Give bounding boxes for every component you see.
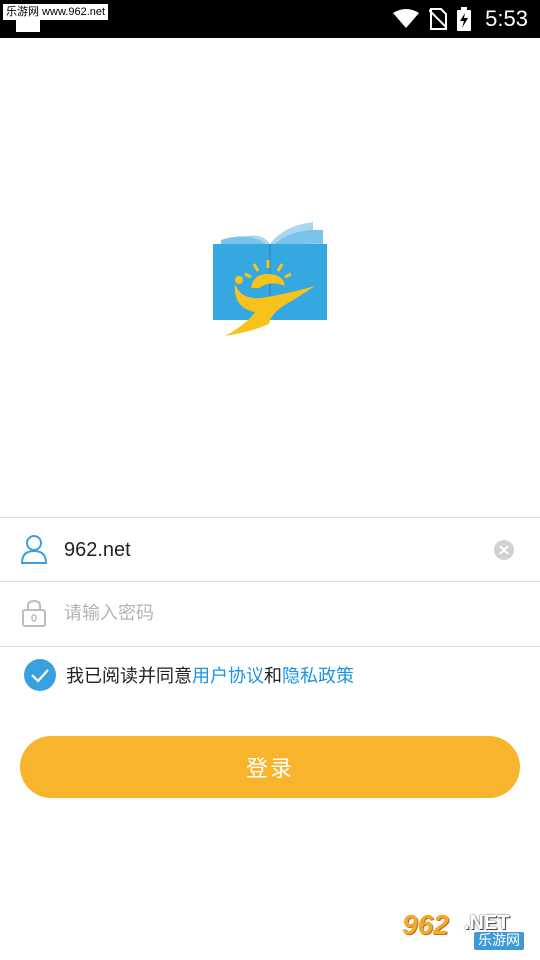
watermark-number: 962	[402, 909, 449, 940]
agreement-row: 我已阅读并同意用户协议和隐私政策	[24, 657, 354, 693]
status-bar: 乐游网 www.962.net 5:53	[0, 0, 540, 38]
agreement-and: 和	[264, 666, 282, 687]
username-field[interactable]: 962.net	[0, 517, 540, 582]
wifi-icon	[393, 9, 420, 28]
app-logo	[213, 222, 327, 336]
user-icon	[20, 535, 48, 564]
watermark-bottom: 962 .NET 乐游网	[402, 910, 534, 954]
lock-icon	[22, 599, 46, 627]
agreement-text: 我已阅读并同意用户协议和隐私政策	[66, 662, 354, 688]
watermark-tab	[16, 20, 40, 32]
check-icon	[31, 669, 49, 683]
no-sim-icon	[429, 8, 448, 30]
agreement-checkbox[interactable]	[24, 659, 56, 691]
login-button[interactable]: 登录	[20, 736, 520, 798]
agreement-prefix: 我已阅读并同意	[66, 666, 192, 687]
status-time: 5:53	[485, 6, 528, 31]
password-input[interactable]: 请输入密码	[64, 582, 154, 646]
username-input[interactable]: 962.net	[64, 518, 131, 582]
privacy-policy-link[interactable]: 隐私政策	[282, 666, 354, 687]
watermark-top: 乐游网 www.962.net	[3, 4, 109, 20]
watermark-brand: 乐游网	[474, 932, 524, 950]
status-icons: 5:53	[393, 0, 528, 38]
user-agreement-link[interactable]: 用户协议	[192, 666, 264, 687]
password-field[interactable]: 请输入密码	[0, 581, 540, 647]
battery-charging-icon	[457, 7, 472, 31]
clear-icon[interactable]	[493, 539, 515, 561]
